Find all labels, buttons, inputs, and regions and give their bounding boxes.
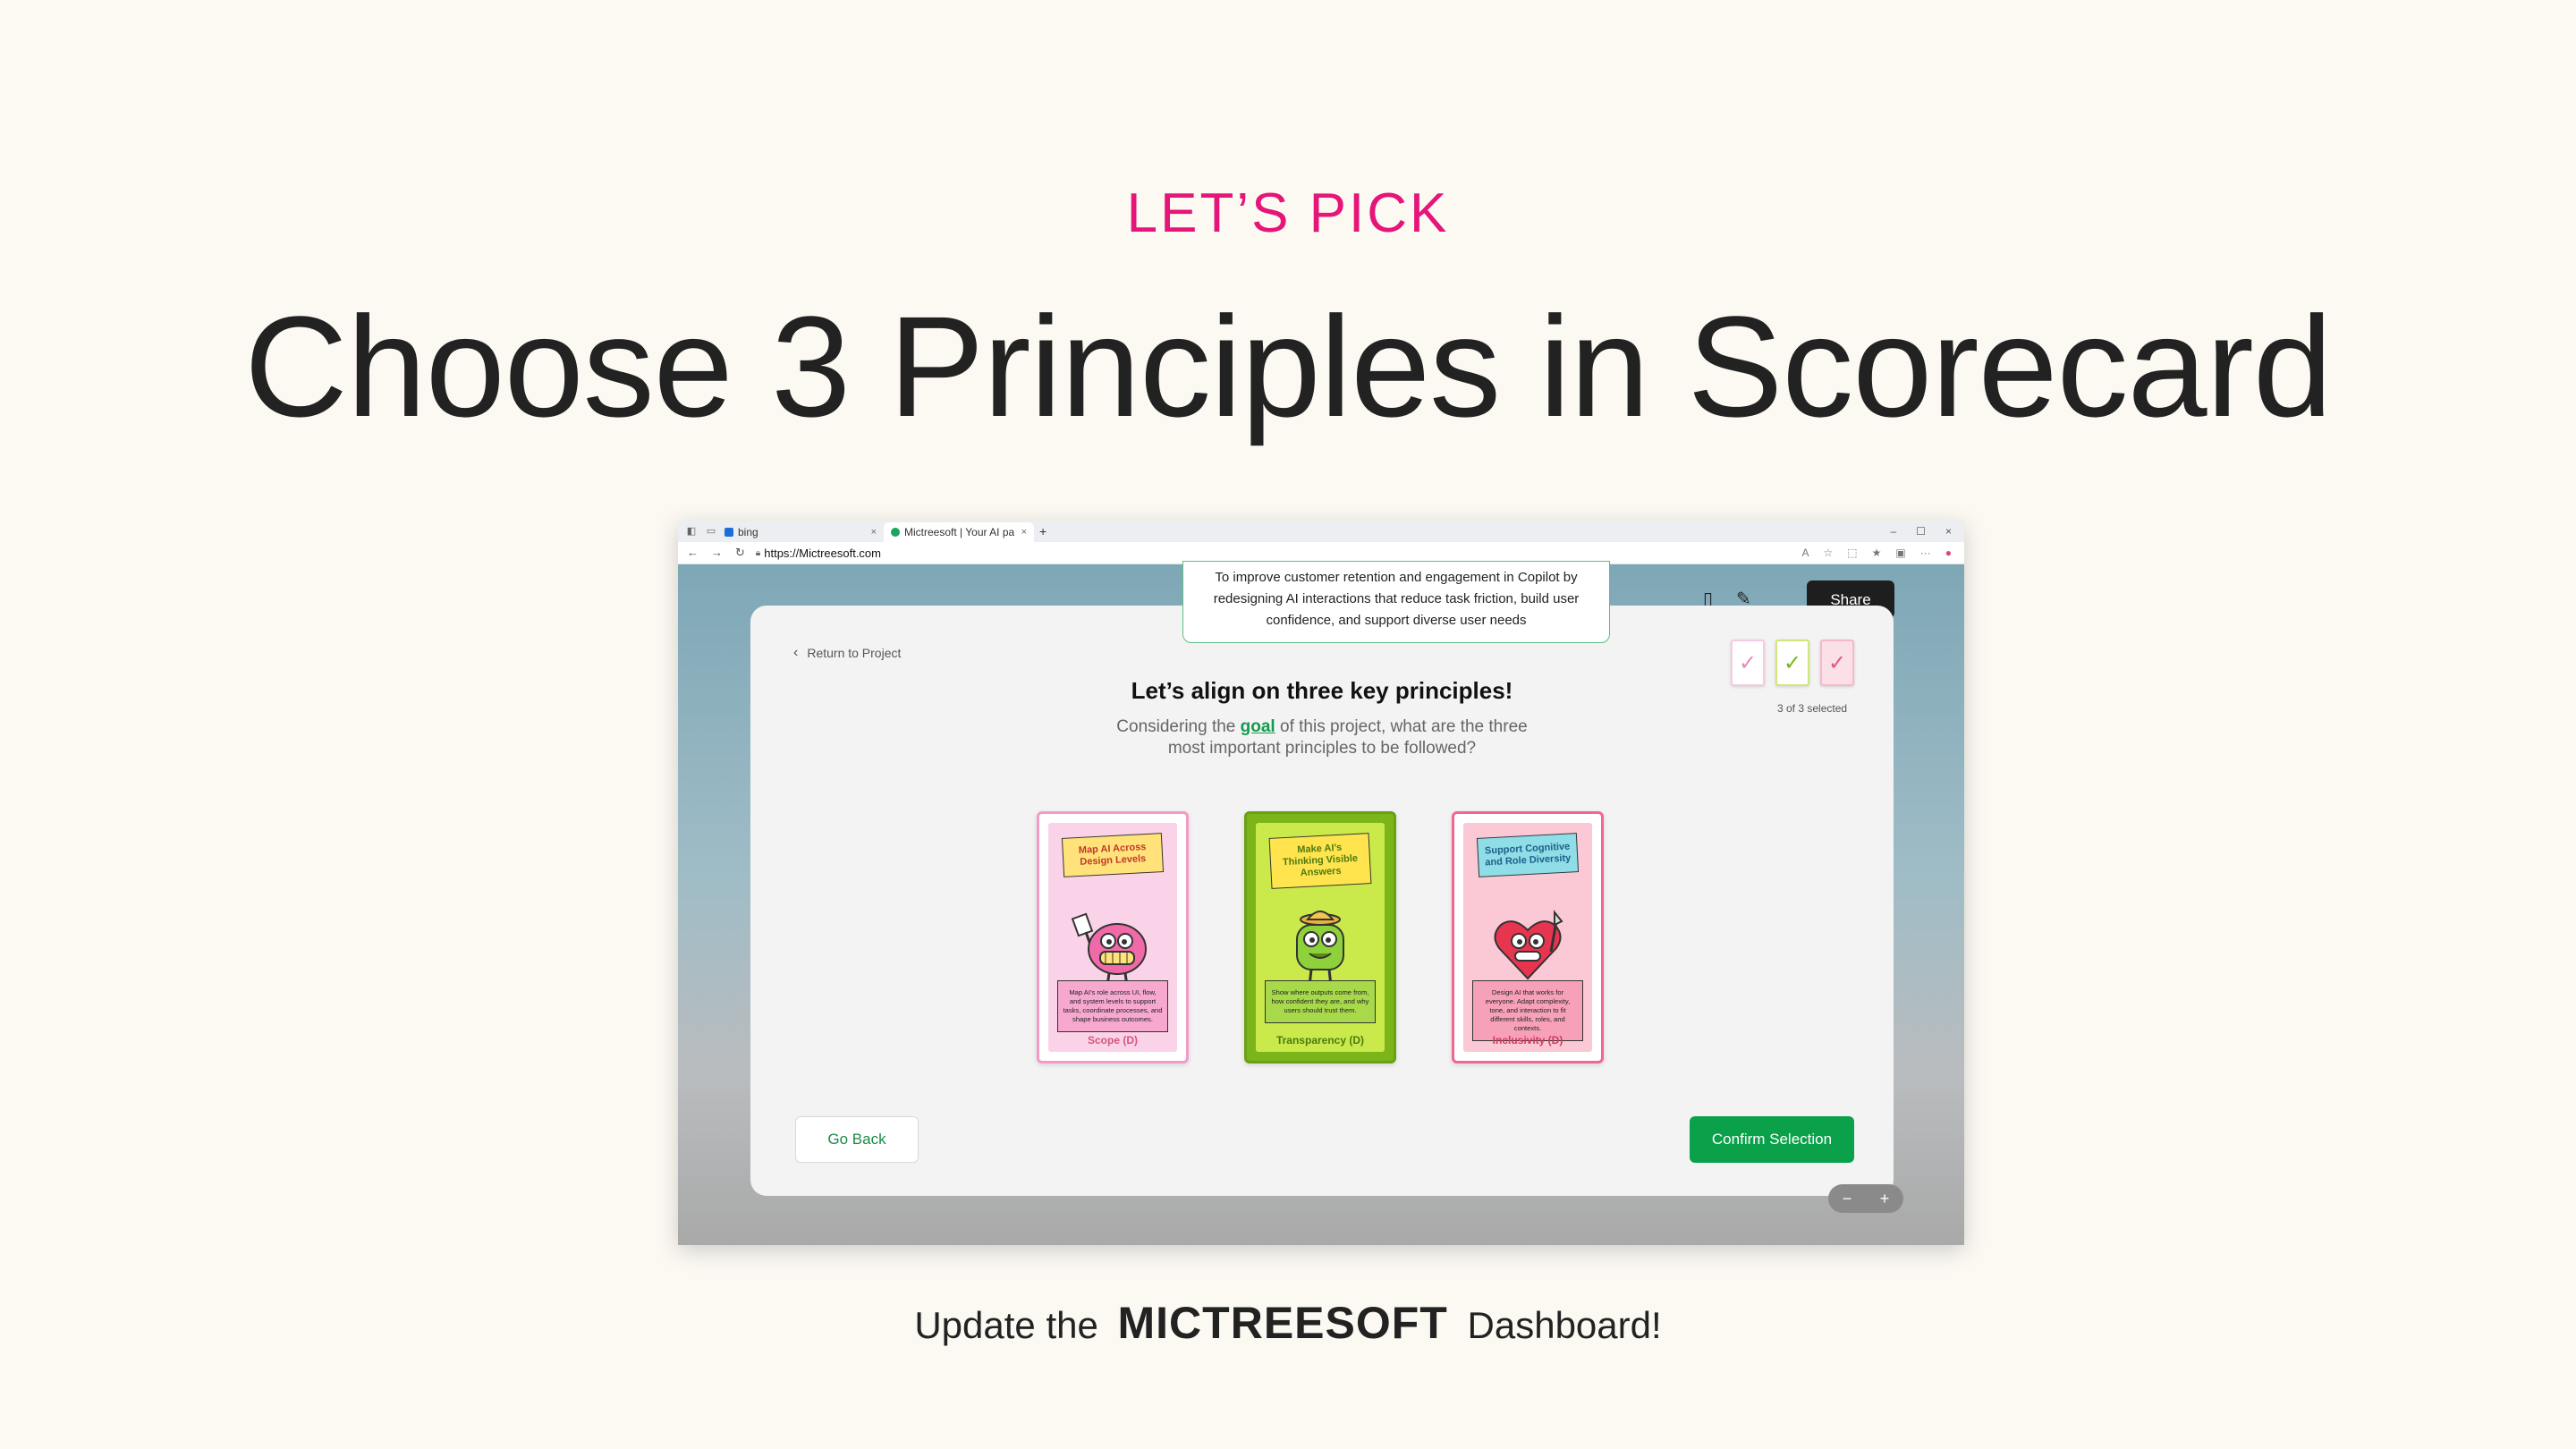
modal-title: Let’s align on three key principles!: [1131, 677, 1513, 704]
favorites-icon[interactable]: ★: [1872, 547, 1882, 559]
zoom-out-button[interactable]: −: [1843, 1190, 1852, 1208]
card-title: Map AI Across Design Levels: [1061, 833, 1165, 877]
tab-mictreesoft[interactable]: Mictreesoft | Your AI pa ×: [884, 522, 1034, 542]
brand-logo: MICTREESOFT: [1117, 1298, 1448, 1348]
go-back-button[interactable]: Go Back: [795, 1116, 919, 1163]
footer-tagline: Update the MICTREESOFT Dashboard!: [0, 1297, 2576, 1349]
heart-mascot-icon: [1494, 910, 1563, 980]
tab-bar: ◧ ▭ bing × Mictreesoft | Your AI pa × + …: [678, 521, 1964, 542]
pink-mascot-icon: [1071, 912, 1147, 987]
tab-label: bing: [738, 526, 758, 538]
lock-icon: 🔒︎: [755, 547, 761, 558]
card-name: Transparency (D): [1275, 1034, 1365, 1046]
copilot-icon[interactable]: ●: [1945, 547, 1952, 559]
collections-icon[interactable]: ▣: [1895, 547, 1905, 559]
extensions-icon[interactable]: ⬚: [1847, 547, 1857, 559]
check-icon: ✓: [1738, 650, 1758, 675]
minimize-icon[interactable]: –: [1891, 525, 1897, 538]
page-viewport: ▯ ✎ Share To improve customer retention …: [678, 561, 1964, 1245]
card-title: Make AI’s Thinking Visible Answers: [1268, 833, 1372, 889]
slide-headline: Choose 3 Principles in Scorecard: [244, 286, 2333, 446]
principle-cards: Map AI Across Design Levels Map AI’s rol…: [1037, 811, 1604, 1063]
subtitle-pre: Considering the: [1116, 717, 1236, 736]
tab-actions-icon[interactable]: ▭: [705, 525, 717, 538]
footer-suffix: Dashboard!: [1467, 1304, 1662, 1346]
confirm-selection-button[interactable]: Confirm Selection: [1690, 1116, 1854, 1163]
card-description: Map AI’s role across UI, flow, and syste…: [1057, 980, 1168, 1032]
goal-link[interactable]: goal: [1241, 717, 1275, 736]
card-description: Show where outputs come from, how confid…: [1265, 980, 1376, 1023]
return-to-project-link[interactable]: ‹ Return to Project: [793, 645, 901, 661]
back-icon[interactable]: ←: [687, 546, 699, 560]
close-tab-icon[interactable]: ×: [1021, 527, 1027, 538]
goal-note: To improve customer retention and engage…: [1182, 561, 1610, 643]
card-name: Inclusivity (D): [1492, 1034, 1563, 1046]
new-tab-button[interactable]: +: [1039, 524, 1046, 538]
check-icon: ✓: [1827, 650, 1847, 675]
card-title: Support Cognitive and Role Diversity: [1476, 833, 1580, 877]
read-aloud-icon[interactable]: A: [1802, 547, 1809, 559]
bing-favicon-icon: [724, 528, 733, 537]
tab-label: Mictreesoft | Your AI pa: [904, 526, 1015, 538]
principle-card-transparency[interactable]: Make AI’s Thinking Visible Answers Show …: [1244, 811, 1396, 1063]
forward-icon[interactable]: →: [711, 546, 723, 560]
green-mascot-icon: [1296, 911, 1344, 987]
tab-bing[interactable]: bing ×: [717, 522, 884, 542]
zoom-in-button[interactable]: +: [1880, 1190, 1890, 1208]
more-icon[interactable]: ···: [1920, 547, 1931, 559]
close-tab-icon[interactable]: ×: [871, 527, 877, 538]
card-name: Scope (D): [1087, 1034, 1138, 1046]
favorite-icon[interactable]: ☆: [1824, 547, 1834, 559]
window-controls: – ☐ ×: [1891, 525, 1964, 538]
url-field[interactable]: https://Mictreesoft.com: [764, 547, 881, 560]
check-icon: ✓: [1783, 650, 1802, 675]
slide-kicker: LET’S PICK: [1126, 182, 1450, 244]
principles-modal: To improve customer retention and engage…: [750, 561, 1894, 1196]
principle-card-inclusivity[interactable]: Support Cognitive and Role Diversity Des…: [1452, 811, 1604, 1063]
card-description: Design AI that works for everyone. Adapt…: [1472, 980, 1583, 1041]
zoom-controls: − +: [1828, 1184, 1903, 1213]
sidebar-toggle-icon[interactable]: ◧: [685, 525, 698, 538]
close-window-icon[interactable]: ×: [1945, 525, 1952, 538]
modal-subtitle: Considering the goal of this project, wh…: [1098, 716, 1546, 759]
mictreesoft-favicon-icon: [891, 528, 900, 537]
browser-toolbar: A ☆ ⬚ ★ ▣ ··· ●: [1802, 547, 1964, 559]
browser-window: ◧ ▭ bing × Mictreesoft | Your AI pa × + …: [678, 521, 1964, 1245]
return-label: Return to Project: [807, 646, 902, 660]
maximize-icon[interactable]: ☐: [1916, 525, 1926, 538]
refresh-icon[interactable]: ↻: [735, 546, 745, 560]
chevron-left-icon: ‹: [793, 645, 799, 660]
principle-card-scope[interactable]: Map AI Across Design Levels Map AI’s rol…: [1037, 811, 1189, 1063]
footer-prefix: Update the: [914, 1304, 1098, 1346]
